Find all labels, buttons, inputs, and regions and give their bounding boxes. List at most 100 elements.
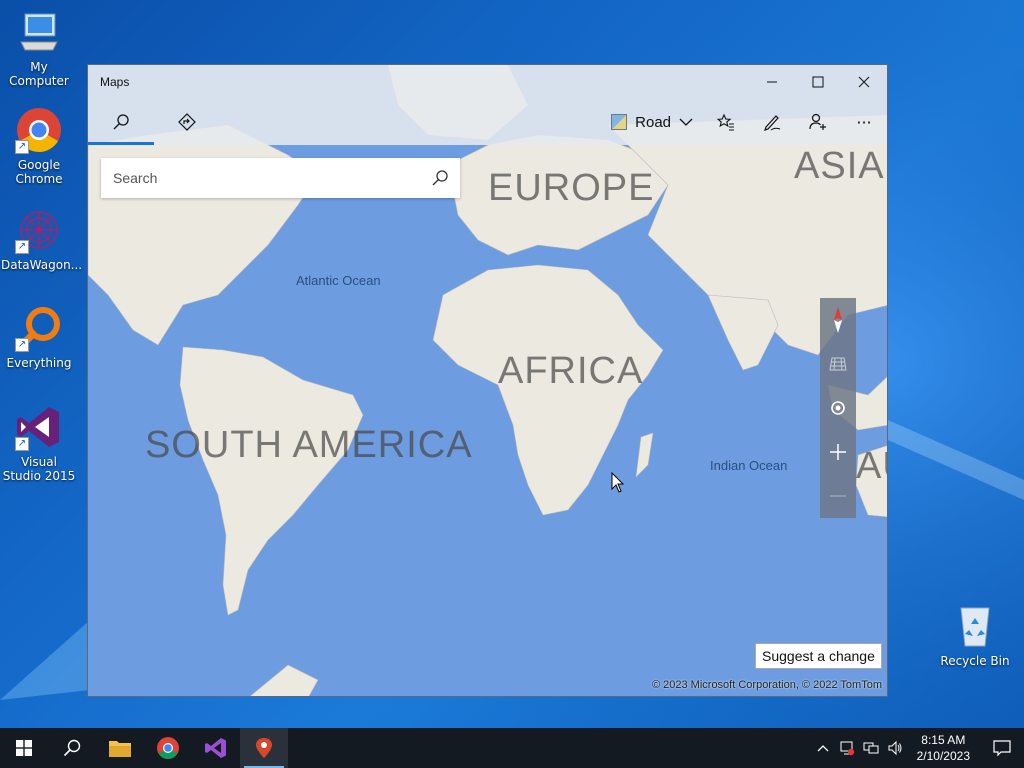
chevron-up-icon (817, 745, 829, 752)
shortcut-arrow-icon: ↗ (15, 338, 29, 352)
search-input[interactable] (101, 158, 420, 198)
desktop-icon-datawagon[interactable]: ↗ DataWagon... (1, 206, 82, 272)
file-explorer-icon (109, 741, 131, 757)
desktop-icon-label: Google Chrome (15, 158, 63, 186)
visual-studio-icon (205, 738, 226, 758)
network-icon (863, 742, 879, 754)
maximize-button[interactable] (795, 65, 841, 99)
search-icon (113, 114, 129, 130)
zoom-in-button[interactable] (820, 430, 856, 474)
desktop-icon-visual-studio[interactable]: ↗ Visual Studio 2015 (1, 403, 77, 483)
minimize-icon (767, 81, 777, 83)
road-view-icon (611, 114, 628, 130)
plus-icon (830, 444, 846, 460)
more-icon: ··· (856, 112, 872, 132)
tray-network[interactable] (859, 728, 883, 768)
maps-icon (256, 738, 272, 758)
account-button[interactable] (795, 99, 841, 145)
window-titlebar[interactable]: Maps (88, 65, 887, 99)
tray-volume[interactable] (883, 728, 907, 768)
start-button[interactable] (0, 728, 48, 768)
chevron-down-icon (679, 118, 693, 126)
desktop-icon-google-chrome[interactable]: ↗ Google Chrome (1, 106, 77, 186)
map-label-asia: ASIA (794, 145, 885, 187)
desktop-icon-label: Recycle Bin (940, 654, 1010, 668)
minimize-button[interactable] (749, 65, 795, 99)
tilt-button[interactable] (820, 342, 856, 386)
favorites-icon (717, 113, 734, 131)
search-icon (432, 170, 448, 186)
map-label-europe: EUROPE (488, 167, 655, 209)
map-label-australia: AU (856, 445, 887, 487)
desktop-icon-everything[interactable]: ↗ Everything (1, 304, 77, 370)
notification-icon (993, 740, 1011, 757)
recycle-bin-icon (951, 602, 999, 650)
desktop-icon-recycle-bin[interactable]: Recycle Bin (937, 602, 1013, 668)
tab-directions[interactable] (154, 99, 220, 145)
location-icon (831, 401, 845, 415)
desktop-icon-label: My Computer (9, 60, 69, 88)
map-label-south-america: SOUTH AMERICA (145, 424, 473, 466)
system-tray: 8:15 AM 2/10/2023 (811, 728, 1024, 768)
map-controls (820, 298, 856, 518)
datawagon-icon: ↗ (15, 206, 63, 254)
account-icon (809, 113, 826, 130)
taskbar-chrome[interactable] (144, 728, 192, 768)
more-button[interactable]: ··· (841, 99, 887, 145)
chrome-icon (157, 737, 179, 759)
shortcut-arrow-icon: ↗ (15, 437, 29, 451)
desktop-icon-label: DataWagon... (1, 258, 83, 272)
shortcut-arrow-icon: ↗ (15, 240, 29, 254)
taskbar-file-explorer[interactable] (96, 728, 144, 768)
windows-logo-icon (16, 740, 32, 756)
show-hidden-icons-button[interactable] (811, 728, 835, 768)
clock-date: 2/10/2023 (916, 749, 970, 763)
clock-time: 8:15 AM (921, 733, 966, 747)
compass-button[interactable] (820, 298, 856, 342)
taskbar-visual-studio[interactable] (192, 728, 240, 768)
directions-icon (178, 113, 196, 131)
map-view-label: Road (635, 113, 671, 131)
shortcut-arrow-icon: ↗ (15, 140, 29, 154)
map-view-dropdown[interactable]: Road (601, 99, 703, 145)
desktop-icon-label: Visual Studio 2015 (2, 455, 76, 483)
ink-icon (764, 115, 781, 131)
desktop-icon-my-computer[interactable]: My Computer (1, 8, 77, 88)
favorites-button[interactable] (703, 99, 749, 145)
tab-search[interactable] (88, 99, 154, 145)
maps-toolbar: Road ··· (88, 99, 887, 145)
maximize-icon (812, 76, 824, 88)
network-alert-icon (840, 741, 854, 756)
map-label-indian-ocean: Indian Ocean (710, 458, 788, 473)
window-title: Maps (100, 75, 130, 89)
desktop-icon-label: Everything (6, 356, 72, 370)
map-label-atlantic-ocean: Atlantic Ocean (296, 273, 381, 288)
everything-search-icon: ↗ (15, 304, 63, 352)
volume-icon (888, 740, 902, 756)
computer-icon (15, 8, 63, 56)
maps-window[interactable]: EUROPE ASIA AFRICA SOUTH AMERICA AU Atla… (87, 64, 888, 697)
suggest-a-change-button[interactable]: Suggest a change (755, 643, 882, 669)
chrome-icon: ↗ (15, 106, 63, 154)
compass-icon (834, 307, 842, 333)
taskbar-search-button[interactable] (48, 728, 96, 768)
map-label-africa: AFRICA (498, 350, 644, 392)
mouse-cursor-icon (611, 472, 625, 493)
close-icon (858, 76, 870, 88)
tray-network-alert[interactable] (835, 728, 859, 768)
close-button[interactable] (841, 65, 887, 99)
search-submit-button[interactable] (420, 169, 460, 187)
taskbar-clock[interactable]: 8:15 AM 2/10/2023 (907, 732, 980, 764)
tilt-icon (829, 357, 847, 371)
visual-studio-icon: ↗ (15, 403, 63, 451)
action-center-button[interactable] (980, 728, 1024, 768)
zoom-out-button[interactable] (820, 474, 856, 518)
show-my-location-button[interactable] (820, 386, 856, 430)
taskbar-maps[interactable] (240, 728, 288, 768)
search-icon (63, 739, 81, 757)
minus-icon (830, 495, 846, 497)
search-box[interactable] (101, 158, 460, 198)
taskbar: 8:15 AM 2/10/2023 (0, 728, 1024, 768)
ink-button[interactable] (749, 99, 795, 145)
map-copyright: © 2023 Microsoft Corporation, © 2022 Tom… (651, 679, 882, 691)
